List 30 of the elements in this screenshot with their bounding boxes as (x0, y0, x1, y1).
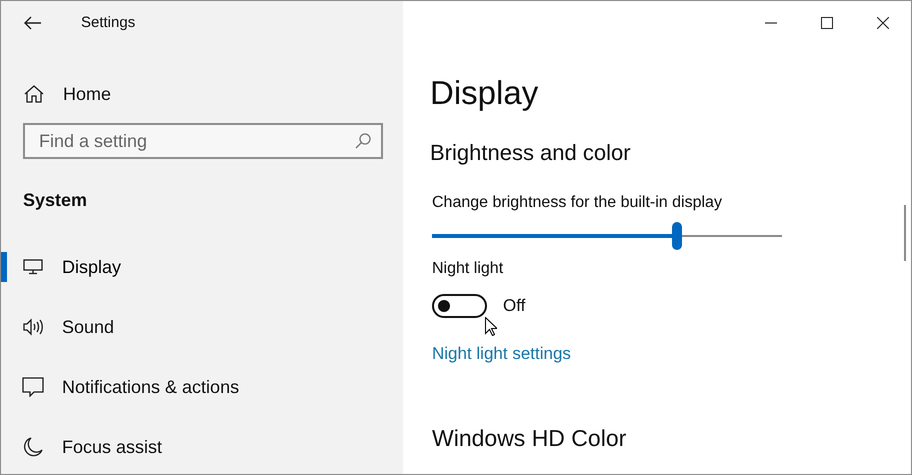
moon-icon (23, 437, 43, 457)
home-link[interactable]: Home (1, 81, 403, 107)
minimize-icon (765, 22, 777, 24)
close-icon (877, 17, 889, 29)
back-arrow-icon (24, 16, 42, 30)
message-icon (22, 377, 44, 397)
search-icon (355, 133, 371, 149)
mouse-cursor-icon (485, 317, 497, 336)
maximize-icon (821, 17, 833, 29)
section-heading: System (23, 189, 88, 212)
window-title: Settings (81, 12, 136, 33)
brightness-slider[interactable] (432, 221, 782, 251)
night-light-settings-link[interactable]: Night light settings (432, 340, 571, 366)
section-heading: Windows HD Color (432, 424, 628, 452)
toggle-state: Off (503, 295, 526, 317)
night-light-toggle[interactable] (432, 294, 487, 318)
home-icon (24, 85, 44, 103)
nav-item[interactable]: Sound (22, 314, 114, 340)
speaker-icon (22, 318, 44, 336)
slider-thumb[interactable] (672, 222, 682, 250)
section-heading: Brightness and color (430, 139, 632, 167)
slider-label: Change brightness for the built-in display (432, 193, 723, 213)
page-title: Display (430, 73, 540, 113)
nav-item[interactable]: Focus assist (22, 434, 162, 460)
search-field[interactable]: Find a setting (23, 123, 383, 159)
nav-item[interactable]: Notifications & actions (22, 374, 240, 400)
toggle-label: Night light (432, 259, 504, 279)
nav-item[interactable]: Display (22, 254, 122, 280)
monitor-icon (23, 259, 43, 275)
scrollbar (904, 205, 906, 261)
